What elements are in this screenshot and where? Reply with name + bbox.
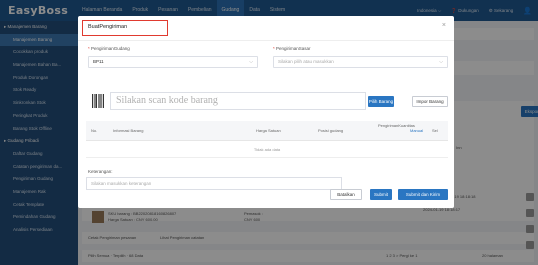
submit-and-ship-button[interactable]: Submit dan Kirim (398, 189, 448, 200)
barcode-scan-input[interactable]: Silakan scan kode barang (110, 92, 366, 110)
barcode-icon (92, 94, 104, 108)
pick-product-button[interactable]: Pilih Barang (368, 96, 394, 107)
notes-label: Keterangan: (88, 169, 113, 174)
supplier-label: * PengirimanSasar (273, 46, 311, 51)
divider (78, 40, 454, 41)
close-icon[interactable]: × (442, 22, 446, 29)
col-price: Harga Satuan (256, 128, 281, 133)
col-qty: PengirimanKuantitas (378, 123, 415, 128)
empty-state: Tidak ada data (86, 142, 448, 158)
create-shipment-dialog: BuatPengiriman × * PengirimanGudang BP11… (78, 16, 454, 208)
col-info: Informasi Barang (113, 128, 144, 133)
col-manual-link[interactable]: Manual (410, 128, 423, 133)
cancel-button[interactable]: Batalkan (330, 189, 362, 200)
warehouse-label: * PengirimanGudang (88, 46, 130, 51)
supplier-select[interactable]: Silakan pilih atau masukkan ⌵ (273, 56, 448, 68)
col-sel: Sel (432, 128, 438, 133)
floating-tool-icon[interactable] (526, 193, 534, 201)
items-table-header: No. Informasi Barang Harga Satuan Posisi… (86, 121, 448, 141)
notes-input[interactable]: Silakan masukkan keterangan (86, 177, 342, 190)
col-no: No. (91, 128, 98, 133)
import-product-button[interactable]: Impor Barang (412, 96, 448, 107)
floating-tool-icon[interactable] (526, 241, 534, 249)
chevron-down-icon: ⌵ (439, 59, 443, 65)
chevron-down-icon: ⌵ (249, 59, 253, 65)
submit-button[interactable]: Submit (370, 189, 392, 200)
floating-tool-icon[interactable] (526, 225, 534, 233)
col-position: Posisi gudang (318, 128, 344, 133)
dialog-title: BuatPengiriman (82, 20, 168, 36)
floating-tool-icon[interactable] (526, 209, 534, 217)
warehouse-select[interactable]: BP11 ⌵ (88, 56, 258, 68)
